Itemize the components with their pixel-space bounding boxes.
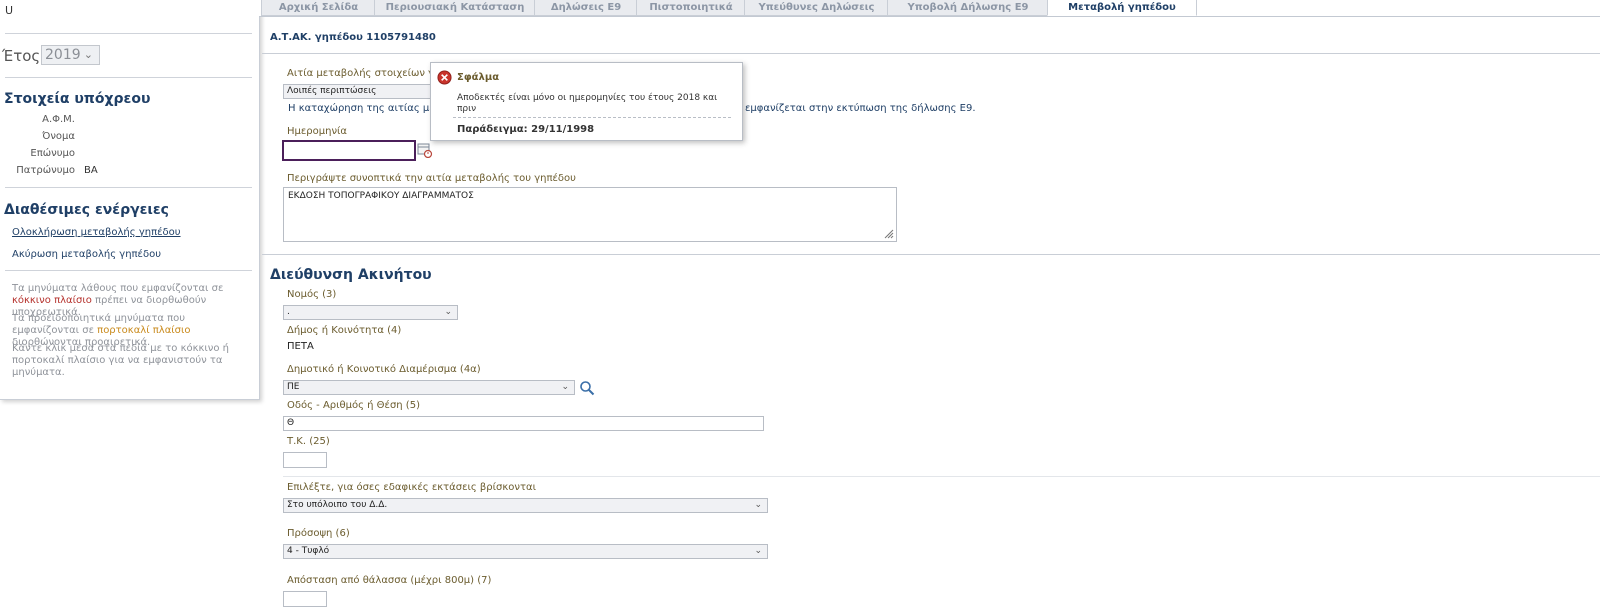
- street-label: Οδός - Αριθμός ή Θέση (5): [287, 400, 420, 411]
- district-label: Δημοτικό ή Κοινοτικό Διαμέρισμα (4α): [287, 364, 481, 375]
- area-select[interactable]: Στο υπόλοιπο του Δ.Δ. ⌄: [283, 498, 768, 513]
- taxpayer-heading: Στοιχεία υπόχρεου: [4, 91, 151, 107]
- help-orange-text: πορτοκαλί πλαίσιο: [97, 325, 191, 336]
- cause-select[interactable]: Λοιπές περιπτώσεις: [283, 84, 433, 99]
- area-label: Επιλέξτε, για όσες εδαφικές εκτάσεις βρί…: [287, 482, 536, 493]
- error-example: Παράδειγμα: 29/11/1998: [457, 124, 595, 135]
- resize-grip-icon[interactable]: [884, 229, 894, 239]
- error-title: Σφάλμα: [457, 72, 500, 83]
- year-value: 2019: [45, 47, 81, 63]
- sea-distance-input[interactable]: [283, 591, 327, 607]
- chevron-down-icon: ⌄: [754, 546, 762, 556]
- prefecture-label: Νομός (3): [287, 289, 337, 300]
- first-name-label: Όνομα: [42, 131, 75, 142]
- municipality-label: Δήμος ή Κοινότητα (4): [287, 325, 402, 336]
- chevron-down-icon: ⌄: [83, 48, 93, 61]
- prefecture-value: .: [287, 307, 290, 317]
- tab-certificates[interactable]: Πιστοποιητικά: [636, 0, 746, 16]
- divider: [5, 187, 252, 188]
- postal-code-label: Τ.Κ. (25): [287, 436, 330, 447]
- frontage-select[interactable]: 4 - Τυφλό ⌄: [283, 544, 768, 559]
- cause-label: Αιτία μεταβολής στοιχείων γηπ: [287, 68, 447, 79]
- tab-solemn-declarations[interactable]: Υπεύθυνες Δηλώσεις: [744, 0, 889, 16]
- error-popup: Σφάλμα Αποδεκτές είναι μόνο οι ημερομηνί…: [430, 62, 743, 141]
- description-textarea[interactable]: ΕΚΔΟΣΗ ΤΟΠΟΓΡΑΦΙΚΟΥ ΔΙΑΓΡΑΜΜΑΤΟΣ: [283, 187, 897, 242]
- tab-plot-change[interactable]: Μεταβολή γηπέδου: [1047, 0, 1197, 16]
- chevron-down-icon: ⌄: [444, 307, 452, 317]
- divider: [5, 77, 252, 78]
- divider: [283, 476, 1600, 477]
- help-red-text: κόκκινο πλαίσιο: [12, 295, 92, 306]
- chevron-down-icon: ⌄: [561, 382, 569, 392]
- search-icon[interactable]: [579, 380, 595, 396]
- cause-note-right: εμφανίζεται στην εκτύπωση της δήλωσης Ε9…: [745, 103, 976, 114]
- divider: [262, 254, 1600, 255]
- prefecture-select[interactable]: . ⌄: [283, 305, 458, 320]
- frontage-value: 4 - Τυφλό: [287, 546, 330, 556]
- frontage-label: Πρόσοψη (6): [287, 528, 350, 539]
- afm-label: Α.Φ.Μ.: [42, 114, 75, 125]
- area-value: Στο υπόλοιπο του Δ.Δ.: [287, 500, 388, 510]
- sidebar: U Έτος 2019 ⌄ Στοιχεία υπόχρεου Α.Φ.Μ. Ό…: [0, 0, 260, 400]
- fathers-name-value: ΒΑ: [84, 165, 98, 176]
- fathers-name-label: Πατρώνυμο: [16, 165, 75, 176]
- error-message: Αποδεκτές είναι μόνο οι ημερομηνίες του …: [457, 93, 718, 114]
- tab-bar: Αρχική Σελίδα Περιουσιακή Κατάσταση Δηλώ…: [259, 0, 1600, 17]
- divider: [453, 117, 731, 118]
- complete-change-link[interactable]: Ολοκλήρωση μεταβολής γηπέδου: [12, 227, 181, 238]
- surname-label: Επώνυμο: [30, 148, 75, 159]
- divider: [5, 270, 252, 271]
- tab-home[interactable]: Αρχική Σελίδα: [261, 0, 376, 16]
- year-select[interactable]: 2019 ⌄: [41, 45, 100, 65]
- municipality-value: ΠΕΤΑ: [287, 341, 314, 352]
- district-select[interactable]: ΠΕ ⌄: [283, 380, 575, 395]
- description-label: Περιγράψτε συνοπτικά την αιτία μεταβολής…: [287, 173, 576, 184]
- page-title: Α.Τ.ΑΚ. γηπέδου 1105791480: [270, 32, 436, 43]
- chevron-down-icon: ⌄: [754, 500, 762, 510]
- tab-submit-e9[interactable]: Υποβολή Δήλωσης Ε9: [887, 0, 1049, 16]
- description-value: ΕΚΔΟΣΗ ΤΟΠΟΓΡΑΦΙΚΟΥ ΔΙΑΓΡΑΜΜΑΤΟΣ: [288, 191, 474, 201]
- error-icon: [437, 70, 452, 85]
- divider: [5, 33, 252, 34]
- calendar-icon[interactable]: [417, 142, 433, 159]
- cause-note-left: Η καταχώρηση της αιτίας μετα: [288, 103, 448, 114]
- tab-assets[interactable]: Περιουσιακή Κατάσταση: [374, 0, 536, 16]
- district-value: ΠΕ: [287, 382, 300, 392]
- postal-code-input[interactable]: [283, 452, 327, 468]
- year-label: Έτος: [2, 47, 41, 65]
- help-text: Τα μηνύματα λάθους που εμφανίζονται σε: [12, 283, 224, 294]
- date-input[interactable]: [282, 140, 416, 161]
- address-heading: Διεύθυνση Ακινήτου: [270, 267, 432, 283]
- divider: [262, 53, 1600, 54]
- sidebar-top-text: U: [5, 4, 14, 17]
- actions-heading: Διαθέσιμες ενέργειες: [4, 202, 169, 218]
- tab-e9-declarations[interactable]: Δηλώσεις Ε9: [534, 0, 638, 16]
- sea-distance-label: Απόσταση από θάλασσα (μέχρι 800μ) (7): [287, 575, 492, 586]
- help-click-text: Κάντε κλικ μέσα στα πεδία με το κόκκινο …: [12, 343, 229, 378]
- cancel-change-link[interactable]: Ακύρωση μεταβολής γηπέδου: [12, 249, 161, 260]
- street-input[interactable]: Θ: [283, 416, 764, 431]
- cause-value: Λοιπές περιπτώσεις: [287, 86, 377, 96]
- date-label: Ημερομηνία: [287, 126, 348, 137]
